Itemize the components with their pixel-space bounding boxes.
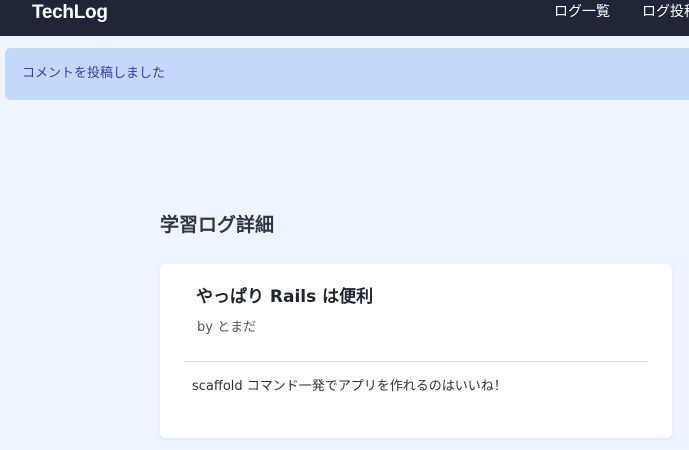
post-title: やっぱり Rails は便利 <box>196 287 374 307</box>
flash-notice: コメントを投稿しました <box>5 48 689 100</box>
brand-logo-link[interactable]: TechLog <box>32 2 108 24</box>
nav-link-new-log[interactable]: ログ投稿 <box>642 3 689 21</box>
navbar: TechLog ログ一覧 ログ投稿 <box>0 0 689 36</box>
flash-message: コメントを投稿しました <box>22 66 166 81</box>
post-card: やっぱり Rails は便利 by とまだ scaffold コマンド一発でアプ… <box>160 264 672 438</box>
post-body: scaffold コマンド一発でアプリを作れるのはいいね！ <box>192 379 507 394</box>
nav-link-log-list[interactable]: ログ一覧 <box>554 3 610 21</box>
card-divider <box>184 361 648 362</box>
page-title: 学習ログ詳細 <box>160 214 275 236</box>
post-author: by とまだ <box>197 320 257 335</box>
